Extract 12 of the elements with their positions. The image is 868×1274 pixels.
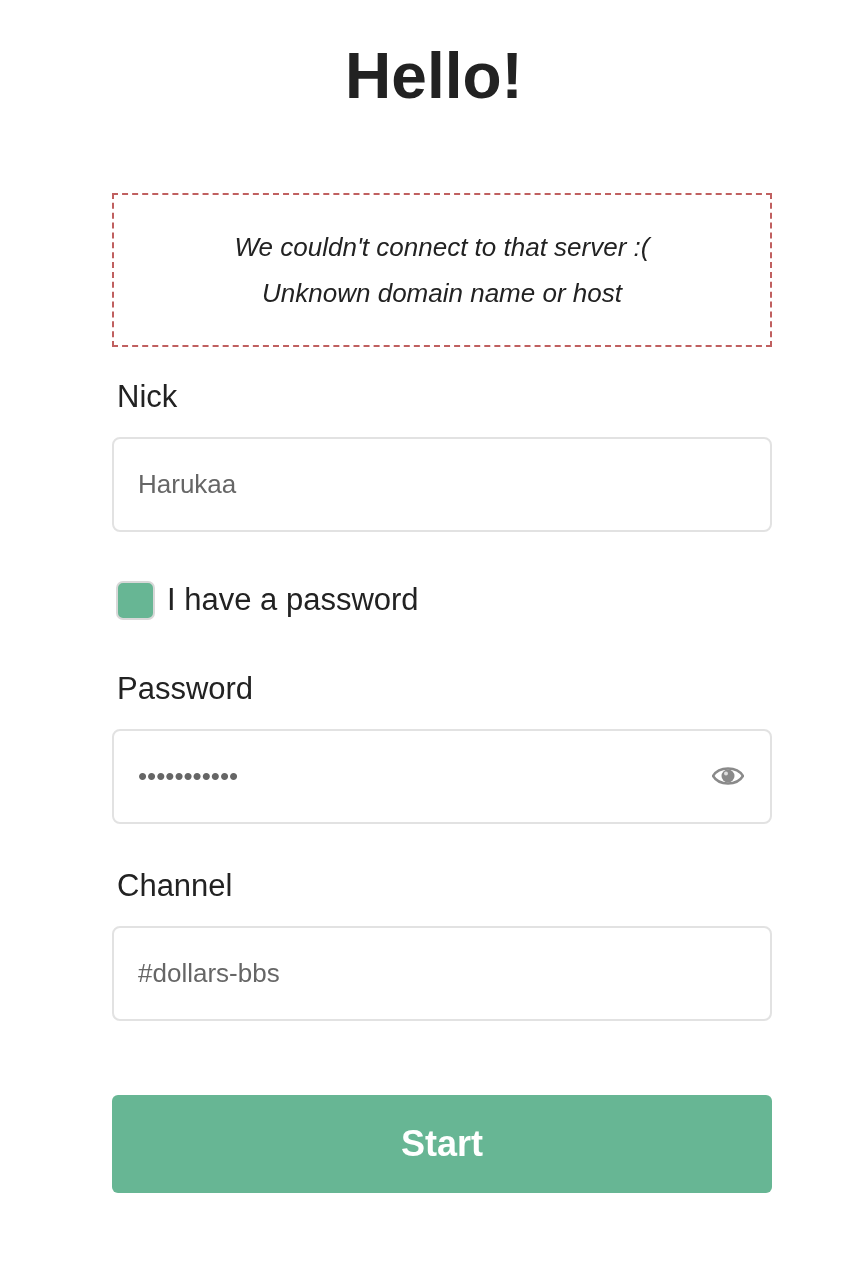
field-label: Nick: [117, 378, 179, 416]
password-field[interactable]: •••••••••••: [112, 728, 772, 824]
page-title: Hello!: [345, 39, 523, 114]
channel-field[interactable]: #dollars-bbs: [112, 925, 772, 1021]
error-text: Unknown domain name or host: [262, 277, 622, 310]
eye-icon[interactable]: [712, 765, 744, 787]
error-text: We couldn't connect to that server :(: [234, 231, 650, 264]
password-checkbox[interactable]: [116, 580, 155, 620]
field-label: Password: [117, 669, 255, 708]
checkbox-label: I have a password: [167, 581, 419, 619]
field-label: Channel: [117, 866, 234, 905]
nick-field[interactable]: Harukaa: [112, 437, 772, 532]
